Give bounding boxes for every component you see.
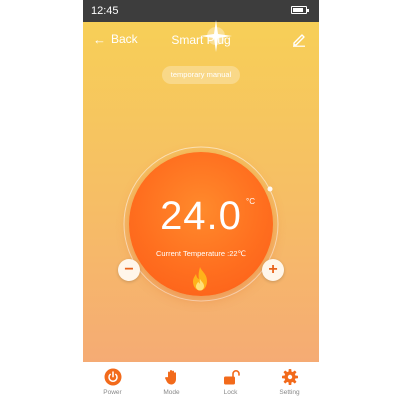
edit-icon[interactable]: [291, 31, 307, 47]
unlock-icon: [223, 370, 240, 385]
power-icon: [104, 368, 121, 386]
increase-button[interactable]: +: [262, 259, 284, 281]
page-title: Smart Plug: [171, 33, 231, 47]
nav-mode-label: Mode: [163, 389, 180, 396]
main-panel: ← Back Smart Plug temporary manual 24.0 …: [83, 20, 319, 362]
mode-chip[interactable]: temporary manual: [162, 66, 240, 84]
nav-setting-label: Setting: [279, 389, 300, 396]
header: ← Back Smart Plug: [83, 22, 319, 56]
dial-knob[interactable]: [267, 186, 273, 192]
battery-fill: [293, 8, 304, 12]
bottom-nav: Power Mode Lock Setting: [83, 362, 319, 400]
nav-lock-label: Lock: [223, 389, 238, 396]
thermostat-dial: 24.0 °C Current Temperature :22℃ − +: [116, 139, 286, 309]
flame-icon: [193, 267, 207, 291]
phone-screen: 12:45 ← Back Smart Plug temporary manual: [83, 0, 319, 400]
hand-icon: [164, 370, 176, 385]
set-temperature: 24.0: [160, 194, 242, 238]
nav-setting[interactable]: Setting: [260, 362, 319, 400]
nav-power-label: Power: [103, 389, 122, 396]
nav-lock[interactable]: Lock: [201, 362, 260, 400]
battery-icon: [291, 6, 309, 14]
nav-mode[interactable]: Mode: [142, 362, 201, 400]
decrease-button[interactable]: −: [118, 259, 140, 281]
temperature-unit: °C: [246, 197, 255, 206]
status-bar: 12:45: [83, 0, 319, 22]
current-temperature: Current Temperature :22℃: [156, 249, 246, 258]
gear-icon: [281, 369, 298, 385]
nav-power[interactable]: Power: [83, 362, 142, 400]
status-time: 12:45: [91, 5, 119, 17]
